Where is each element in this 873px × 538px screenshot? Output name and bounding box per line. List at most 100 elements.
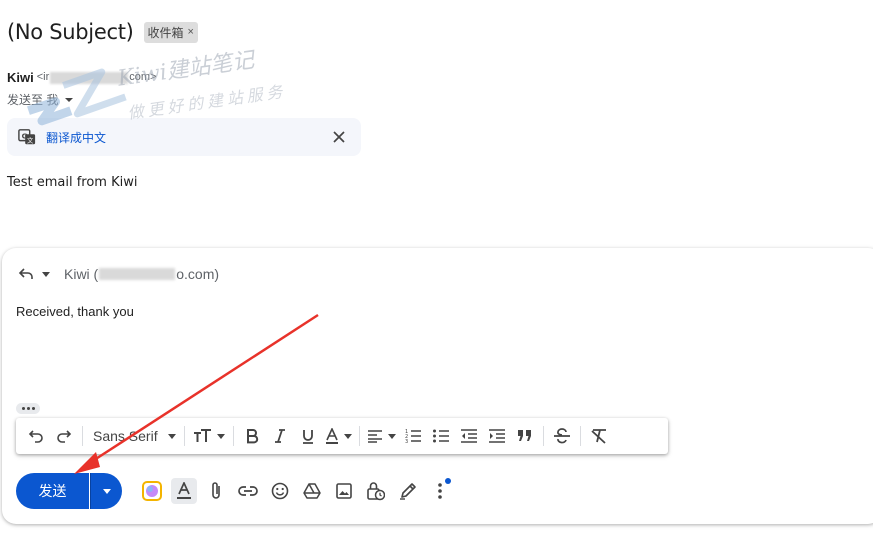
redo-button[interactable]: [50, 422, 78, 450]
font-size-icon: [193, 429, 211, 442]
quote-button[interactable]: [511, 422, 539, 450]
inbox-label-chip[interactable]: 收件箱 ×: [143, 21, 198, 43]
italic-button[interactable]: [266, 422, 294, 450]
formatting-toolbar: Sans Serif 123: [16, 418, 668, 454]
indent-less-button[interactable]: [455, 422, 483, 450]
formatting-options-toggle[interactable]: [171, 478, 197, 504]
image-icon: [336, 483, 352, 499]
numbered-list-button[interactable]: 123: [399, 422, 427, 450]
pen-icon: [400, 483, 416, 500]
undo-icon: [28, 430, 43, 443]
watermark-line2: 做更好的建站服务: [126, 82, 287, 123]
font-size-button[interactable]: [189, 422, 229, 450]
confidential-mode-button[interactable]: [360, 475, 392, 507]
chevron-down-icon: [167, 433, 176, 439]
google-drive-icon: [303, 483, 321, 499]
sender-email-suffix: com>: [129, 71, 157, 84]
gemini-orb-icon: [142, 481, 162, 501]
align-button[interactable]: [364, 422, 399, 450]
chevron-down-icon: [387, 433, 396, 439]
text-color-icon: [325, 428, 338, 444]
insert-link-button[interactable]: [232, 475, 264, 507]
chevron-down-icon: [102, 488, 111, 494]
dot: [21, 407, 25, 410]
insert-emoji-button[interactable]: [264, 475, 296, 507]
underline-button[interactable]: [294, 422, 322, 450]
toolbar-divider: [82, 426, 83, 446]
toolbar-divider: [358, 426, 360, 446]
font-family-value: Sans Serif: [93, 428, 158, 444]
toolbar-divider: [579, 426, 581, 446]
translate-bar: G 文 翻译成中文: [7, 118, 361, 156]
bold-button[interactable]: [238, 422, 266, 450]
more-options-button[interactable]: [424, 475, 456, 507]
chevron-down-icon: [343, 433, 352, 439]
indent-less-icon: [460, 429, 477, 443]
dot: [31, 407, 35, 410]
send-options-button[interactable]: [90, 473, 122, 509]
text-color-button[interactable]: [322, 422, 355, 450]
redacted-email-blur: [99, 268, 176, 280]
svg-text:文: 文: [27, 135, 34, 144]
toolbar-divider: [183, 426, 185, 446]
sender-row: Kiwi <ir com>: [7, 70, 156, 85]
insert-photo-button[interactable]: [328, 475, 360, 507]
chevron-down-icon: [216, 433, 225, 439]
notification-dot: [445, 478, 451, 484]
send-button[interactable]: 发送: [16, 473, 89, 509]
paperclip-icon: [212, 482, 220, 499]
message-body: Test email from Kiwi: [7, 175, 138, 190]
insert-drive-file-button[interactable]: [296, 475, 328, 507]
remove-formatting-button[interactable]: [585, 422, 613, 450]
recipient-details-toggle[interactable]: 发送至 我: [7, 91, 74, 108]
align-left-icon: [367, 430, 382, 443]
undo-button[interactable]: [22, 422, 50, 450]
bold-icon: [246, 429, 258, 444]
chevron-down-icon: [65, 97, 74, 102]
font-family-select[interactable]: Sans Serif: [87, 428, 180, 444]
redacted-email-blur: [50, 71, 129, 84]
reply-body-editor[interactable]: Received, thank you: [16, 304, 134, 319]
emoji-icon: [271, 482, 289, 500]
link-icon: [238, 486, 258, 496]
bulleted-list-icon: [432, 429, 449, 443]
sender-email: <ir com>: [36, 71, 157, 84]
sender-name: Kiwi: [7, 70, 34, 85]
more-vert-icon: [438, 483, 442, 499]
reply-compose-card: Kiwi ( o.com) Received, thank you Sans Se…: [2, 248, 873, 524]
toolbar-divider: [232, 426, 234, 446]
translate-link[interactable]: 翻译成中文: [46, 129, 106, 146]
quote-icon: [517, 430, 531, 441]
strikethrough-icon: [553, 428, 570, 444]
inbox-label-text: 收件箱: [147, 25, 184, 40]
underline-icon: [302, 430, 313, 444]
strikethrough-button[interactable]: [548, 422, 576, 450]
lock-clock-icon: [367, 482, 385, 501]
close-icon[interactable]: [329, 127, 349, 147]
reply-icon[interactable]: [18, 267, 34, 281]
toolbar-divider: [542, 426, 544, 446]
reply-header: Kiwi ( o.com): [18, 266, 219, 282]
remove-label-icon[interactable]: ×: [188, 26, 194, 38]
subject-row: (No Subject) 收件箱 ×: [7, 20, 198, 44]
svg-text:3: 3: [405, 439, 408, 444]
insert-signature-button[interactable]: [392, 475, 424, 507]
ai-help-me-write-button[interactable]: [136, 475, 168, 507]
indent-more-icon: [488, 429, 505, 443]
reply-to-suffix: o.com): [176, 266, 220, 282]
to-label: 发送至 我: [7, 93, 59, 107]
translate-icon: G 文: [18, 129, 36, 144]
numbered-list-icon: 123: [405, 429, 421, 444]
show-trimmed-content-button[interactable]: [16, 403, 40, 414]
compose-action-bar: 发送: [16, 472, 456, 510]
indent-more-button[interactable]: [483, 422, 511, 450]
dot: [26, 407, 30, 410]
remove-formatting-icon: [590, 429, 606, 444]
reply-to-name: Kiwi (: [64, 266, 99, 282]
reply-type-dropdown[interactable]: [42, 271, 50, 277]
bulleted-list-button[interactable]: [427, 422, 455, 450]
sender-email-prefix: <ir: [36, 71, 50, 84]
redo-icon: [57, 430, 72, 443]
text-format-icon: [177, 482, 191, 499]
attach-file-button[interactable]: [200, 475, 232, 507]
